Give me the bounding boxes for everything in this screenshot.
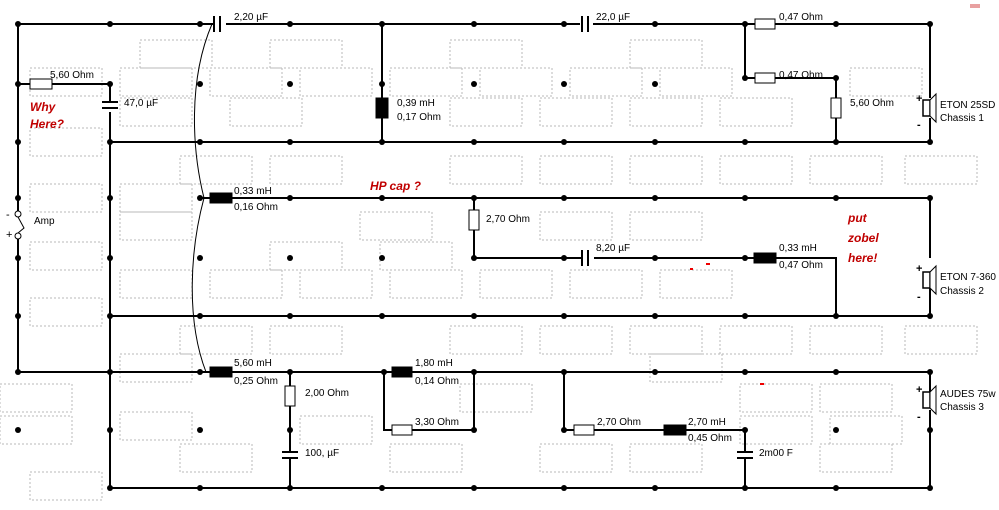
inductor-l1[interactable]: 0,39 mH 0,17 Ohm	[375, 97, 441, 123]
inductor-l4-value: 5,60 mH	[234, 358, 272, 369]
svg-text:-: -	[917, 119, 921, 131]
resistor-r6-label: 2,00 Ohm	[305, 388, 349, 399]
note-put: put	[847, 211, 868, 225]
note-hp-cap: HP cap ?	[370, 179, 422, 193]
inductor-l2-value: 0,33 mH	[234, 186, 272, 197]
red-marks	[690, 4, 980, 385]
speaker-2[interactable]: + - ETON 7-360 Chassis 2	[916, 263, 996, 303]
speaker-2-chassis: Chassis 2	[940, 286, 984, 297]
inductor-l6-value: 2,70 mH	[688, 417, 726, 428]
svg-text:-: -	[917, 411, 921, 423]
capacitor-c4-label: 8,20 µF	[596, 243, 630, 254]
capacitor-c5-label: 100, µF	[305, 448, 339, 459]
crossover-schematic: 2,20 µF 22,0 µF 0,47 Ohm 0,47 Ohm 5,60 O…	[0, 0, 999, 510]
capacitor-c1[interactable]: 2,20 µF	[213, 12, 268, 32]
speaker-3-chassis: Chassis 3	[940, 402, 984, 413]
inductor-l2-dcr: 0,16 Ohm	[234, 202, 278, 213]
note-why: Why	[30, 100, 57, 114]
capacitor-c3-label: 47,0 µF	[124, 98, 158, 109]
speaker-1[interactable]: + - ETON 25SD Chassis 1	[916, 92, 995, 131]
capacitor-c1-label: 2,20 µF	[234, 12, 268, 23]
resistor-r2-label: 0,47 Ohm	[779, 70, 823, 81]
speaker-2-name: ETON 7-360	[940, 272, 996, 283]
svg-text:+: +	[916, 93, 922, 105]
inductor-l1-dcr: 0,17 Ohm	[397, 112, 441, 123]
background-grid	[0, 39, 978, 501]
inductor-l5-dcr: 0,14 Ohm	[415, 376, 459, 387]
inductor-l3-dcr: 0,47 Ohm	[779, 260, 823, 271]
inductor-l5-value: 1,80 mH	[415, 358, 453, 369]
inductor-l1-value: 0,39 mH	[397, 98, 435, 109]
resistor-r8[interactable]: 2,70 Ohm	[573, 417, 641, 436]
capacitor-c2-label: 22,0 µF	[596, 12, 630, 23]
inductor-l4-dcr: 0,25 Ohm	[234, 376, 278, 387]
resistor-r3-label: 5,60 Ohm	[50, 70, 94, 81]
resistor-r3[interactable]: 5,60 Ohm	[29, 70, 94, 90]
speaker-1-chassis: Chassis 1	[940, 113, 984, 124]
resistor-r1[interactable]: 0,47 Ohm	[754, 12, 823, 30]
resistor-r7[interactable]: 3,30 Ohm	[391, 417, 459, 436]
capacitor-c4[interactable]: 8,20 µF	[581, 243, 630, 266]
resistor-r4-label: 5,60 Ohm	[850, 98, 894, 109]
amp-terminals[interactable]: - + Amp	[6, 209, 55, 241]
speaker-3[interactable]: + - AUDES 75w Chassis 3	[916, 384, 996, 423]
resistor-r7-label: 3,30 Ohm	[415, 417, 459, 428]
note-here-2: here!	[848, 251, 877, 265]
svg-text:+: +	[916, 263, 922, 275]
speaker-3-name: AUDES 75w	[940, 389, 996, 400]
resistor-r5-label: 2,70 Ohm	[486, 214, 530, 225]
inductor-l3-value: 0,33 mH	[779, 243, 817, 254]
resistor-r5[interactable]: 2,70 Ohm	[468, 209, 530, 231]
capacitor-c6-label: 2m00 F	[759, 448, 793, 459]
svg-text:+: +	[6, 229, 12, 241]
resistor-r4[interactable]: 5,60 Ohm	[830, 97, 894, 119]
resistor-r2[interactable]: 0,47 Ohm	[754, 70, 823, 84]
inductor-l2[interactable]: 0,33 mH 0,16 Ohm	[209, 186, 278, 213]
resistor-r6[interactable]: 2,00 Ohm	[284, 385, 349, 407]
resistor-r1-label: 0,47 Ohm	[779, 12, 823, 23]
resistor-r8-label: 2,70 Ohm	[597, 417, 641, 428]
annotations: Why Here? HP cap ? put zobel here!	[30, 100, 879, 265]
note-here: Here?	[30, 117, 65, 131]
svg-text:-: -	[917, 291, 921, 303]
note-zobel: zobel	[847, 231, 879, 245]
svg-text:-: -	[6, 209, 10, 221]
amp-label: Amp	[34, 216, 55, 227]
inductor-l6-dcr: 0,45 Ohm	[688, 433, 732, 444]
svg-text:+: +	[916, 384, 922, 396]
capacitor-c2[interactable]: 22,0 µF	[581, 12, 630, 32]
schematic-canvas: 2,20 µF 22,0 µF 0,47 Ohm 0,47 Ohm 5,60 O…	[0, 4, 996, 501]
speaker-1-name: ETON 25SD	[940, 100, 995, 111]
